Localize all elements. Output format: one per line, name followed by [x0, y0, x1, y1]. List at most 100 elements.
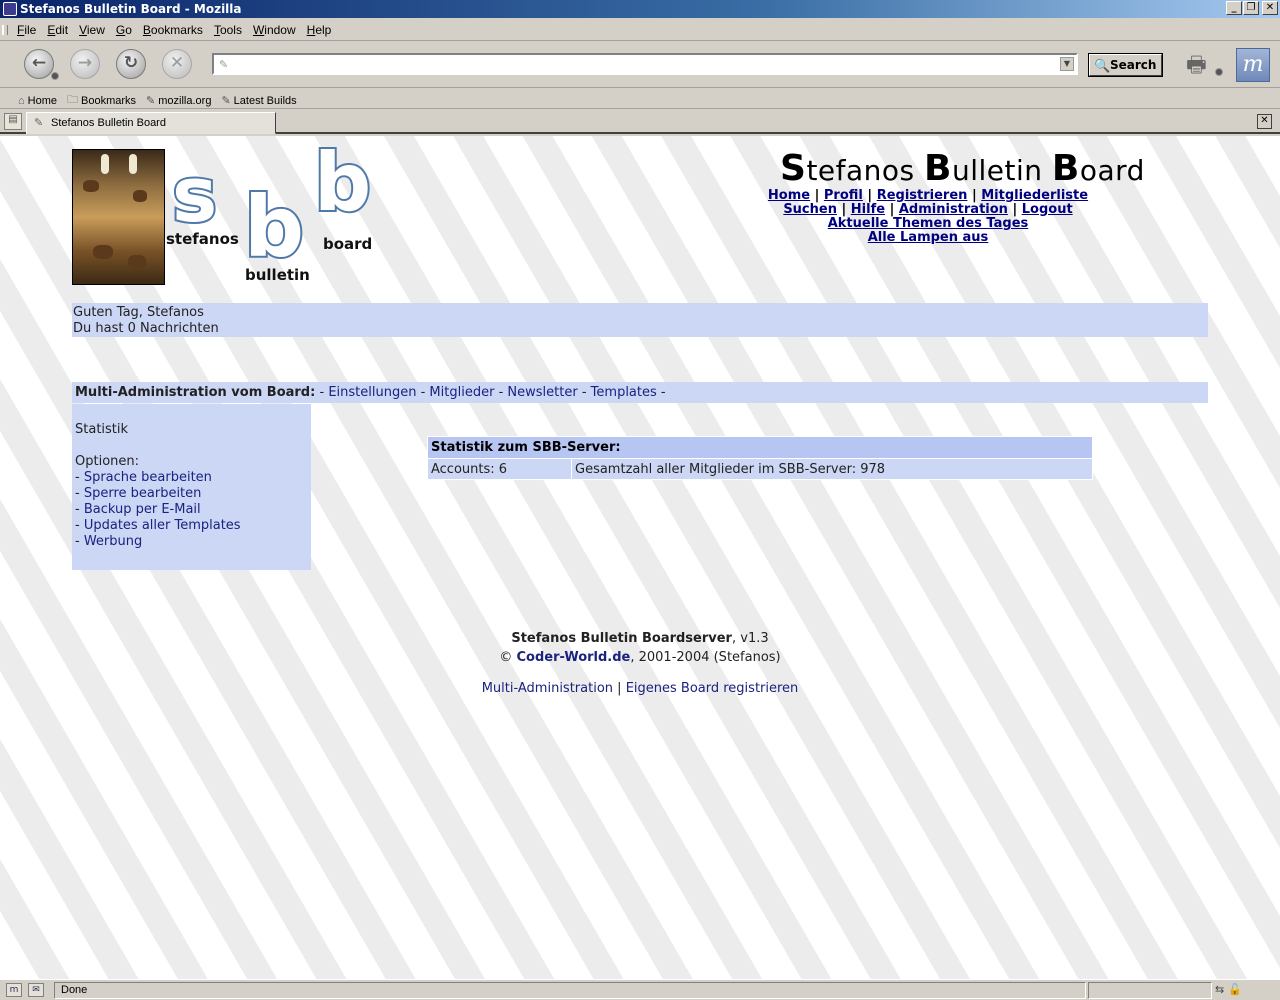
bookmark-mozilla-org[interactable]: ✎ mozilla.org	[146, 91, 211, 110]
url-history-dropdown-icon[interactable]: ▼	[1060, 57, 1074, 71]
menu-tools[interactable]: Tools	[214, 23, 242, 37]
url-input[interactable]	[236, 56, 1056, 72]
nav-alle-lampen-aus-link[interactable]: Alle Lampen aus	[868, 230, 989, 245]
back-button[interactable]: ←	[24, 49, 54, 79]
mail-component-icon[interactable]: ✉	[28, 983, 44, 997]
server-stats-table: Statistik zum SBB-Server: Accounts: 6 Ge…	[427, 436, 1093, 480]
logo-word-stefanos: stefanos	[166, 230, 239, 248]
statistik-link[interactable]: Statistik	[75, 422, 308, 438]
multi-admin-bar: Multi-Administration vom Board: - Einste…	[72, 382, 1208, 403]
board-navigation: Home | Profil | Registrieren | Mitgliede…	[767, 188, 1089, 245]
security-lock-icon[interactable]: 🔓	[1228, 983, 1242, 996]
menu-bar: File Edit View Go Bookmarks Tools Window…	[0, 19, 1280, 41]
url-bar[interactable]: ✎ ▼	[212, 53, 1078, 75]
forward-arrow-icon: →	[77, 53, 93, 73]
footer-product: Stefanos Bulletin Boardserver	[511, 631, 732, 646]
stop-icon: ✕	[169, 53, 185, 73]
option-item: - Sperre bearbeiten	[75, 486, 202, 501]
nav-suchen-link[interactable]: Suchen	[783, 202, 837, 217]
bookmark-icon: ✎	[146, 95, 156, 107]
page-proxy-icon: ✎	[219, 58, 229, 71]
stats-header: Statistik zum SBB-Server:	[427, 436, 1093, 459]
option-backup-link[interactable]: Backup per E-Mail	[84, 502, 201, 517]
reload-icon: ↻	[123, 53, 139, 73]
tab-stefanos-bulletin-board[interactable]: ✎ Stefanos Bulletin Board	[26, 112, 276, 134]
nav-aktuelle-themen-link[interactable]: Aktuelle Themen des Tages	[828, 216, 1029, 231]
page-footer: Stefanos Bulletin Boardserver, v1.3 © Co…	[481, 631, 799, 696]
menu-edit[interactable]: Edit	[47, 23, 68, 37]
admin-side-panel: Statistik Optionen: - Sprache bearbeiten…	[72, 404, 311, 570]
option-werbung-link[interactable]: Werbung	[84, 534, 142, 549]
logo-letter-b-bulletin: b	[242, 176, 306, 278]
search-button[interactable]: 🔍 Search	[1088, 53, 1163, 77]
navigation-toolbar: ← → ↻ ✕ ✎ ▼ 🔍 Search 🖶 m	[0, 42, 1280, 88]
menu-bookmarks[interactable]: Bookmarks	[143, 23, 203, 37]
option-sprache-link[interactable]: Sprache bearbeiten	[84, 470, 212, 485]
window-title: Stefanos Bulletin Board - Mozilla	[20, 2, 242, 16]
menu-window[interactable]: Window	[253, 23, 296, 37]
admin-newsletter-link[interactable]: Newsletter	[507, 385, 577, 400]
admin-templates-link[interactable]: Templates	[591, 385, 657, 400]
nav-administration-link[interactable]: Administration	[899, 202, 1008, 217]
window-title-bar: Stefanos Bulletin Board - Mozilla _ ❐ ✕	[0, 0, 1280, 18]
new-tab-icon[interactable]: ▤	[4, 113, 22, 130]
bookmark-icon: ✎	[221, 95, 231, 107]
menu-go[interactable]: Go	[116, 23, 132, 37]
admin-einstellungen-link[interactable]: Einstellungen	[328, 385, 416, 400]
bookmark-home[interactable]: ⌂ Home	[18, 91, 57, 110]
menu-view[interactable]: View	[79, 23, 105, 37]
table-row: Accounts: 6 Gesamtzahl aller Mitglieder …	[427, 458, 1093, 480]
logo-letter-b-board: b	[312, 136, 373, 231]
window-controls: _ ❐ ✕	[1226, 1, 1278, 15]
option-sperre-link[interactable]: Sperre bearbeiten	[84, 486, 202, 501]
nav-hilfe-link[interactable]: Hilfe	[851, 202, 885, 217]
greeting-box: Guten Tag, Stefanos Du hast 0 Nachrichte…	[72, 303, 1208, 337]
print-icon[interactable]: 🖶	[1186, 48, 1216, 78]
nav-registrieren-link[interactable]: Registrieren	[877, 188, 968, 203]
bookmark-latest-builds[interactable]: ✎ Latest Builds	[221, 91, 296, 110]
toolbar-grip[interactable]	[2, 25, 8, 35]
home-icon: ⌂	[18, 94, 25, 107]
page-content: s b b stefanos bulletin board Stefanos B…	[0, 136, 1280, 979]
footer-version: , v1.3	[731, 631, 769, 646]
option-item: - Updates aller Templates	[75, 518, 241, 533]
mozilla-component-icon[interactable]: m	[6, 983, 22, 997]
greeting-text: Guten Tag, Stefanos	[73, 305, 204, 320]
footer-register-board-link[interactable]: Eigenes Board registrieren	[626, 681, 799, 696]
option-updates-link[interactable]: Updates aller Templates	[84, 518, 241, 533]
tab-label: Stefanos Bulletin Board	[51, 117, 166, 129]
logo-word-board: board	[323, 235, 373, 253]
search-icon: 🔍	[1094, 59, 1111, 74]
option-item: - Werbung	[75, 534, 143, 549]
option-item: - Sprache bearbeiten	[75, 470, 212, 485]
nav-profil-link[interactable]: Profil	[824, 188, 863, 203]
online-status-icon[interactable]: ⇆	[1215, 983, 1224, 996]
option-item: - Backup per E-Mail	[75, 502, 201, 517]
nav-mitgliederliste-link[interactable]: Mitgliederliste	[981, 188, 1088, 203]
mozilla-throbber-icon[interactable]: m	[1236, 48, 1270, 82]
personal-toolbar: ⌂ Home 🗀 Bookmarks ✎ mozilla.org ✎ Latest Bu…	[0, 89, 1280, 109]
footer-multi-admin-link[interactable]: Multi-Administration	[482, 681, 613, 696]
nav-home-link[interactable]: Home	[768, 188, 810, 203]
stop-button[interactable]: ✕	[162, 49, 192, 79]
restore-button[interactable]: ❐	[1243, 1, 1259, 15]
logo-letter-s: s	[170, 148, 219, 241]
logo-word-bulletin: bulletin	[245, 266, 310, 284]
coder-world-link[interactable]: Coder-World.de	[517, 650, 631, 665]
minimize-button[interactable]: _	[1226, 1, 1242, 15]
print-dropdown-icon[interactable]	[1215, 68, 1223, 76]
nav-logout-link[interactable]: Logout	[1022, 202, 1073, 217]
admin-mitglieder-link[interactable]: Mitglieder	[429, 385, 494, 400]
bookmark-bookmarks[interactable]: 🗀 Bookmarks	[67, 91, 136, 110]
site-title: Stefanos Bulletin Board	[780, 148, 1145, 189]
close-window-button[interactable]: ✕	[1262, 1, 1278, 15]
menu-help[interactable]: Help	[307, 23, 332, 37]
messages-count-text: Du hast 0 Nachrichten	[73, 321, 219, 336]
reload-button[interactable]: ↻	[116, 49, 146, 79]
accounts-cell: Accounts: 6	[427, 458, 572, 480]
close-tab-icon[interactable]: ✕	[1257, 114, 1272, 129]
back-arrow-icon: ←	[31, 53, 47, 73]
back-dropdown-icon[interactable]	[51, 72, 59, 80]
menu-file[interactable]: File	[17, 23, 36, 37]
forward-button[interactable]: →	[70, 49, 100, 79]
